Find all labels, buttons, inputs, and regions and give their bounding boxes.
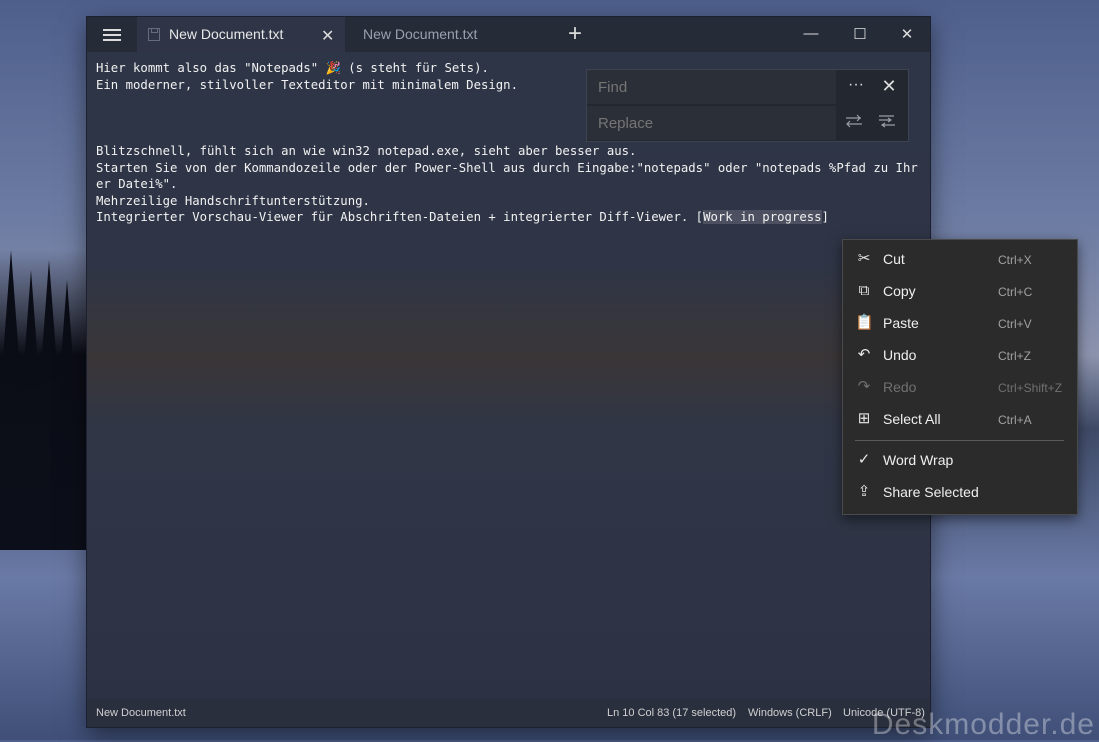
editor-line: Integrierter Vorschau-Viewer für Abschri…	[96, 210, 704, 225]
select-all-icon: ⊞	[857, 410, 871, 427]
menu-label: Copy	[883, 283, 916, 299]
menu-separator	[855, 440, 1064, 441]
notepads-window: New Document.txt ✕ New Document.txt + — …	[87, 17, 930, 727]
menu-item-redo[interactable]: ↷ Redo Ctrl+Shift+Z	[843, 371, 1077, 403]
tab-document-2[interactable]: New Document.txt	[353, 17, 553, 52]
menu-label: Undo	[883, 347, 917, 363]
menu-item-share-selected[interactable]: ⇪ Share Selected	[843, 476, 1077, 508]
replace-all-icon[interactable]	[874, 114, 900, 133]
tab-label: New Document.txt	[363, 26, 478, 42]
menu-shortcut: Ctrl+A	[998, 413, 1032, 427]
menu-item-paste[interactable]: 📋 Paste Ctrl+V	[843, 307, 1077, 339]
menu-item-undo[interactable]: ↶ Undo Ctrl+Z	[843, 339, 1077, 371]
tab-label: New Document.txt	[169, 26, 284, 42]
close-tab-icon[interactable]: ✕	[321, 26, 334, 46]
background-tree-silhouette	[0, 250, 95, 550]
redo-icon: ↷	[857, 378, 871, 395]
status-file-name[interactable]: New Document.txt	[96, 707, 186, 719]
maximize-button[interactable]: ☐	[850, 25, 870, 43]
more-options-icon[interactable]: ···	[843, 76, 869, 94]
status-line-ending[interactable]: Windows (CRLF)	[748, 707, 832, 719]
scissors-icon: ✂	[857, 250, 871, 267]
share-icon: ⇪	[857, 483, 871, 500]
editor-line: Mehrzeilige Handschriftunterstützung.	[96, 193, 370, 208]
menu-shortcut: Ctrl+Shift+Z	[998, 381, 1063, 395]
menu-label: Select All	[883, 411, 941, 427]
menu-shortcut: Ctrl+V	[998, 317, 1032, 331]
menu-shortcut: Ctrl+X	[998, 253, 1032, 267]
title-bar: New Document.txt ✕ New Document.txt + — …	[87, 17, 930, 52]
check-icon: ✓	[857, 451, 871, 468]
menu-label: Redo	[883, 379, 917, 395]
editor-line: Blitzschnell, fühlt sich an wie win32 no…	[96, 143, 637, 158]
menu-item-cut[interactable]: ✂ Cut Ctrl+X	[843, 243, 1077, 275]
paste-icon: 📋	[855, 314, 874, 331]
new-tab-plus-icon[interactable]: +	[568, 21, 582, 47]
copy-icon: ⧉	[858, 282, 870, 299]
tab-document-1[interactable]: New Document.txt ✕	[137, 17, 345, 52]
editor-line: Starten Sie von der Kommandozeile oder d…	[96, 160, 918, 192]
editor-line-end: ]	[821, 210, 829, 225]
selected-text: Work in progress	[703, 210, 822, 225]
menu-shortcut: Ctrl+Z	[998, 349, 1031, 363]
context-menu: ✂ Cut Ctrl+X ⧉ Copy Ctrl+C 📋 Paste Ctrl+…	[842, 239, 1078, 515]
editor-line: Hier kommt also das "Notepads" 🎉 (s steh…	[96, 61, 489, 75]
menu-item-select-all[interactable]: ⊞ Select All Ctrl+A	[843, 403, 1077, 435]
replace-icon[interactable]	[841, 114, 867, 133]
menu-shortcut: Ctrl+C	[998, 285, 1033, 299]
save-icon	[148, 28, 160, 41]
menu-label: Word Wrap	[883, 452, 954, 468]
undo-icon: ↶	[857, 346, 871, 363]
replace-input[interactable]	[587, 106, 836, 140]
watermark: Deskmodder.de	[871, 708, 1095, 741]
close-window-button[interactable]: ✕	[897, 25, 917, 43]
status-bar: New Document.txt Ln 10 Col 83 (17 select…	[87, 699, 930, 727]
menu-item-copy[interactable]: ⧉ Copy Ctrl+C	[843, 275, 1077, 307]
menu-label: Cut	[883, 251, 905, 267]
status-cursor-position[interactable]: Ln 10 Col 83 (17 selected)	[607, 707, 736, 719]
editor-line: Ein moderner, stilvoller Texteditor mit …	[96, 77, 518, 92]
find-replace-panel: ··· ✕	[586, 69, 909, 142]
close-find-icon[interactable]: ✕	[876, 76, 902, 97]
minimize-button[interactable]: —	[801, 25, 821, 42]
hamburger-menu-icon[interactable]	[103, 29, 121, 41]
menu-label: Paste	[883, 315, 919, 331]
find-input[interactable]	[587, 70, 836, 104]
menu-label: Share Selected	[883, 484, 979, 500]
menu-item-word-wrap[interactable]: ✓ Word Wrap	[843, 444, 1077, 476]
